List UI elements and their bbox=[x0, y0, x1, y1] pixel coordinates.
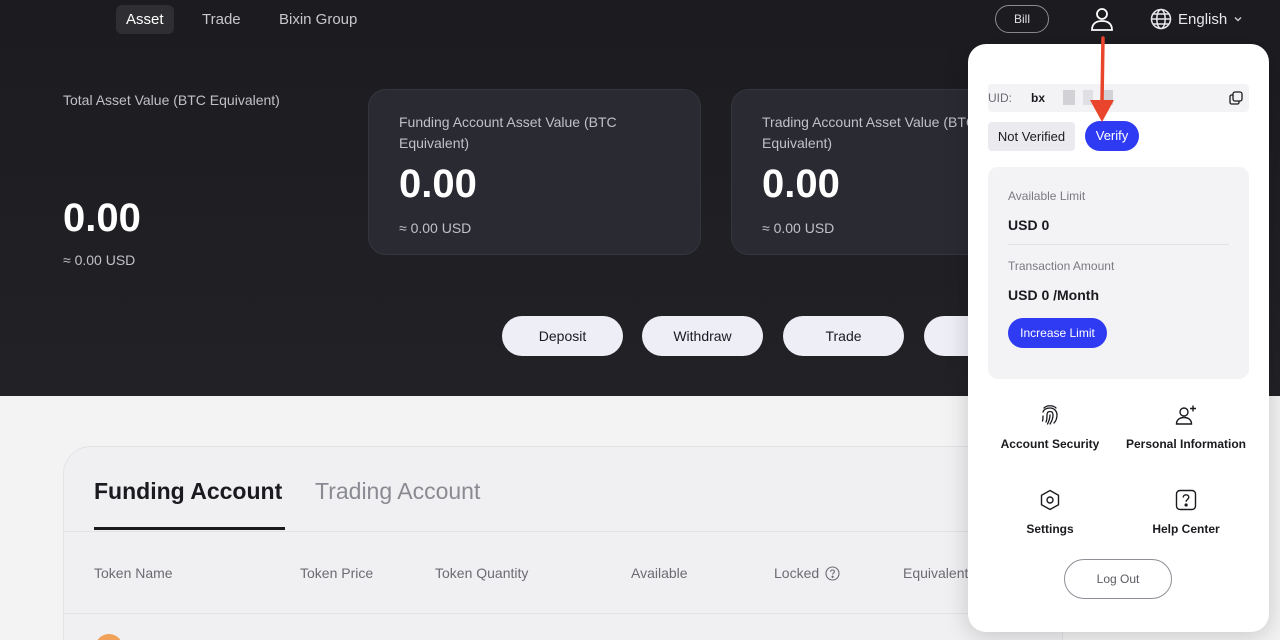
tab-funding-account[interactable]: Funding Account bbox=[94, 476, 282, 506]
active-tab-indicator bbox=[94, 527, 285, 530]
uid-value: bx bbox=[1031, 91, 1046, 105]
uid-mask bbox=[1063, 90, 1075, 105]
transaction-amount-label: Transaction Amount bbox=[1008, 259, 1115, 273]
column-header-available: Available bbox=[631, 565, 688, 581]
menu-item-account-security[interactable]: Account Security bbox=[980, 403, 1120, 451]
tab-trading-account[interactable]: Trading Account bbox=[315, 476, 480, 506]
funding-card-value: 0.00 bbox=[399, 162, 477, 206]
nav-tab-bixin-group[interactable]: Bixin Group bbox=[269, 5, 367, 34]
column-header-label: Equivalent bbox=[903, 565, 969, 581]
available-limit-value: USD 0 bbox=[1008, 217, 1050, 233]
funding-account-card: Funding Account Asset Value (BTC Equival… bbox=[368, 89, 701, 255]
total-asset-label: Total Asset Value (BTC Equivalent) bbox=[63, 92, 280, 108]
total-asset-value: 0.00 bbox=[63, 196, 141, 240]
menu-item-label: Settings bbox=[1026, 522, 1074, 536]
divider bbox=[64, 613, 1062, 614]
settings-icon bbox=[1040, 489, 1060, 511]
menu-item-settings[interactable]: Settings bbox=[980, 488, 1120, 536]
funding-card-label: Funding Account Asset Value (BTC Equival… bbox=[399, 114, 617, 151]
menu-item-personal-information[interactable]: Personal Information bbox=[1116, 403, 1256, 451]
language-selector[interactable]: English bbox=[1150, 7, 1243, 31]
transaction-amount-value: USD 0 /Month bbox=[1008, 287, 1099, 303]
column-header-label: Token Quantity bbox=[435, 565, 529, 581]
nav-tab-asset[interactable]: Asset bbox=[116, 5, 174, 34]
funding-card-usd: ≈ 0.00 USD bbox=[399, 220, 472, 236]
increase-limit-button[interactable]: Increase Limit bbox=[1008, 318, 1107, 348]
column-header-label: Token Price bbox=[300, 565, 374, 581]
deposit-button[interactable]: Deposit bbox=[502, 316, 623, 356]
available-limit-label: Available Limit bbox=[1008, 189, 1086, 203]
limit-info-box: Available Limit USD 0 Transaction Amount… bbox=[988, 167, 1249, 379]
trading-card-label: Trading Account Asset Value (BTC Equival… bbox=[762, 114, 976, 151]
copy-icon[interactable] bbox=[1228, 90, 1244, 106]
globe-icon bbox=[1150, 8, 1172, 30]
column-header-token-name: Token Name bbox=[94, 565, 173, 581]
menu-item-label: Help Center bbox=[1152, 522, 1220, 536]
column-header-label: Token Name bbox=[94, 565, 173, 581]
language-label: English bbox=[1178, 10, 1228, 28]
bill-button[interactable]: Bill bbox=[995, 5, 1049, 33]
column-header-label: Locked bbox=[774, 565, 820, 581]
user-dropdown-menu: UID: bx Not Verified Verify Available Li… bbox=[968, 44, 1269, 632]
uid-label: UID: bbox=[988, 91, 1012, 105]
trade-button[interactable]: Trade bbox=[783, 316, 904, 356]
menu-item-help-center[interactable]: Help Center bbox=[1116, 488, 1256, 536]
divider bbox=[64, 531, 1062, 532]
question-circle-icon[interactable] bbox=[825, 565, 840, 581]
menu-item-label: Account Security bbox=[1000, 437, 1100, 451]
help-icon bbox=[1175, 489, 1197, 511]
column-header-token-quantity: Token Quantity bbox=[435, 565, 528, 581]
divider bbox=[1008, 244, 1229, 245]
fingerprint-icon bbox=[1041, 405, 1058, 425]
nav-tab-trade[interactable]: Trade bbox=[192, 5, 251, 34]
annotation-arrow-icon bbox=[1090, 36, 1114, 122]
total-asset-usd: ≈ 0.00 USD bbox=[63, 252, 136, 268]
withdraw-button[interactable]: Withdraw bbox=[642, 316, 763, 356]
column-header-token-price: Token Price bbox=[300, 565, 373, 581]
column-header-label: Available bbox=[631, 565, 688, 581]
column-header-locked: Locked bbox=[774, 565, 840, 581]
chevron-down-icon bbox=[1234, 16, 1242, 22]
user-icon[interactable] bbox=[1089, 6, 1115, 32]
logout-button[interactable]: Log Out bbox=[1064, 559, 1172, 599]
column-header-equivalent: Equivalent bbox=[903, 565, 968, 581]
menu-item-label: Personal Information bbox=[1125, 437, 1247, 451]
not-verified-badge: Not Verified bbox=[988, 122, 1075, 151]
user-plus-icon bbox=[1175, 405, 1196, 425]
